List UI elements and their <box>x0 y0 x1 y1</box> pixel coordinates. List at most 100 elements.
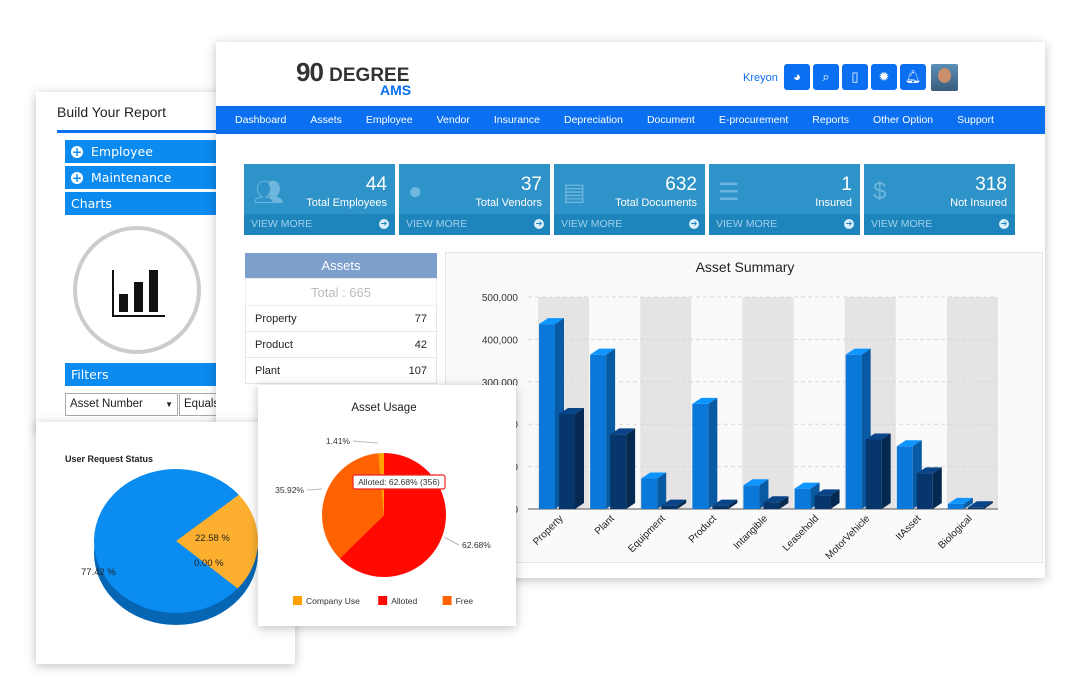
view-more-link[interactable]: VIEW MORE ➔ <box>864 214 1015 235</box>
nav-e-procurement[interactable]: E-procurement <box>719 114 788 126</box>
view-more-link[interactable]: VIEW MORE ➔ <box>244 214 395 235</box>
bar <box>590 354 607 509</box>
legend-item[interactable]: Alloted <box>391 596 417 606</box>
legend-swatch <box>378 596 388 605</box>
list-icon: ☰ <box>718 179 740 206</box>
x-tick-label: Property <box>531 513 566 548</box>
category-band <box>742 297 794 509</box>
category-band <box>946 297 998 509</box>
report-builder-panel: Build Your Report + Employee + Maintenance… <box>36 92 237 432</box>
legend-item[interactable]: Company Use <box>306 596 360 606</box>
bar <box>865 439 882 509</box>
nav-reports[interactable]: Reports <box>812 114 849 126</box>
bar-side <box>881 433 891 509</box>
asset-name: Product <box>255 339 293 351</box>
nav-depreciation[interactable]: Depreciation <box>564 114 623 126</box>
section-label: Employee <box>91 144 153 159</box>
report-title: Build Your Report <box>57 104 166 120</box>
document-icon[interactable]: ▯ <box>842 64 868 90</box>
table-row[interactable]: Plant 107 <box>245 358 437 384</box>
section-label: Maintenance <box>91 170 172 185</box>
plus-circle-icon: + <box>71 171 83 185</box>
gear-icon[interactable]: ✹ <box>871 64 897 90</box>
x-tick-label: Leasehold <box>781 513 821 553</box>
asset-name: Plant <box>255 365 281 377</box>
asset-usage-chart: Asset Usage 62.68% 35.92% 1.41% Alloted: 62.… <box>258 385 516 626</box>
slice-label: 77.42 % <box>81 567 116 578</box>
nav-employee[interactable]: Employee <box>366 114 413 126</box>
stat-value: 632 <box>665 174 697 195</box>
stat-label: Insured <box>815 197 852 209</box>
nav-document[interactable]: Document <box>647 114 695 126</box>
legend-item[interactable]: Free <box>456 596 474 606</box>
arrow-circle-icon: ➔ <box>844 219 854 229</box>
nav-support[interactable]: Support <box>957 114 994 126</box>
nav-assets[interactable]: Assets <box>310 114 342 126</box>
slice-label: 22.58 % <box>195 533 230 544</box>
view-more-link[interactable]: VIEW MORE ➔ <box>399 214 550 235</box>
user-request-status-chart: User Request Status 77.42 % 22.58 % 0.00 % <box>36 422 295 664</box>
bell-icon[interactable]: 🔔︎ <box>900 64 926 90</box>
x-tick-label: Product <box>687 513 719 545</box>
bar <box>559 414 575 509</box>
view-more-link[interactable]: VIEW MORE ➔ <box>554 214 705 235</box>
chart-title: Asset Summary <box>696 259 795 275</box>
bar-chart-option[interactable] <box>73 226 201 354</box>
bar-side <box>708 397 718 509</box>
chart-title: Asset Usage <box>351 402 416 414</box>
bar-chart-icon <box>112 270 165 317</box>
filter-field-select[interactable]: Asset Number ▼ <box>65 393 178 416</box>
section-employee[interactable]: + Employee <box>65 140 225 163</box>
bar <box>539 324 555 509</box>
stat-card: ☰ 1 Insured VIEW MORE ➔ <box>709 164 860 235</box>
stat-value: 37 <box>520 174 542 195</box>
table-row[interactable]: Property 77 <box>245 306 437 332</box>
y-tick-label: 500,000 <box>482 293 519 304</box>
stat-card: 👥︎ 44 Total Employees VIEW MORE ➔ <box>244 164 395 235</box>
nav-vendor[interactable]: Vendor <box>437 114 470 126</box>
bar <box>763 502 780 509</box>
x-tick-label: Biological <box>937 513 975 551</box>
avatar[interactable] <box>931 64 958 91</box>
search-icon[interactable]: ⌕ <box>813 64 839 90</box>
leader-line <box>306 488 323 491</box>
nav-insurance[interactable]: Insurance <box>494 114 540 126</box>
user-name[interactable]: Kreyon <box>743 72 778 84</box>
nav-dashboard[interactable]: Dashboard <box>235 114 286 126</box>
arrow-circle-icon: ➔ <box>999 219 1009 229</box>
tooltip-text: Alloted: 62.68% (356) <box>358 477 440 487</box>
dropdown-arrow-icon: ▼ <box>165 400 173 409</box>
users-icon: 👥︎ <box>253 179 284 206</box>
bar <box>743 485 760 509</box>
x-tick-label: MotorVehicle <box>824 513 873 562</box>
stat-label: Total Vendors <box>475 197 542 209</box>
stat-label: Total Documents <box>615 197 697 209</box>
section-charts[interactable]: Charts <box>65 192 225 215</box>
leader-line <box>352 440 379 444</box>
assets-total: Total : 665 <box>245 278 437 306</box>
chart-title: User Request Status <box>65 454 153 464</box>
table-row[interactable]: Product 42 <box>245 332 437 358</box>
legend-swatch <box>293 596 302 605</box>
view-more-link[interactable]: VIEW MORE ➔ <box>709 214 860 235</box>
bar <box>692 403 709 509</box>
arrow-circle-icon: ➔ <box>534 219 544 229</box>
bar <box>896 446 913 509</box>
bar <box>661 505 678 509</box>
stat-value: 1 <box>841 174 852 195</box>
stat-label: Not Insured <box>950 197 1007 209</box>
arrow-circle-icon: ➔ <box>689 219 699 229</box>
legend-swatch <box>442 596 452 605</box>
globe-icon[interactable]: ◕ <box>784 64 810 90</box>
section-filters[interactable]: Filters <box>65 363 225 386</box>
x-tick-label: Intangible <box>732 513 771 552</box>
asset-name: Property <box>255 313 297 325</box>
x-tick-label: ItAsset <box>894 513 924 543</box>
section-maintenance[interactable]: + Maintenance <box>65 166 225 189</box>
bar <box>712 505 729 509</box>
nav-other-option[interactable]: Other Option <box>873 114 933 126</box>
asset-count: 77 <box>414 313 427 325</box>
bar <box>814 495 831 509</box>
asset-count: 107 <box>408 365 427 377</box>
stat-card: ▤ 632 Total Documents VIEW MORE ➔ <box>554 164 705 235</box>
